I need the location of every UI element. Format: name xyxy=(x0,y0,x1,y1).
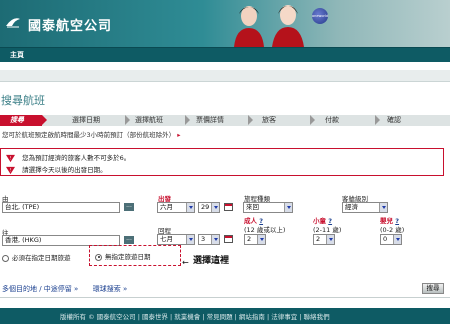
extra-links: 多個目的地 / 中途停留 » 環球搜索 » xyxy=(2,284,127,294)
cabin-class-value: 經濟 xyxy=(345,203,358,211)
page-title: 搜尋航班 xyxy=(1,94,45,107)
reset-link[interactable]: 環球搜索 » xyxy=(93,285,128,293)
chevron-down-icon xyxy=(326,235,334,244)
child-count-value: 2 xyxy=(316,235,321,243)
chevron-down-icon xyxy=(186,203,194,212)
any-dates-label: 無指定旅遊日期 xyxy=(105,253,151,261)
infant-age-note: (0-2 歲) xyxy=(380,226,405,234)
step-separator-icon xyxy=(310,115,315,125)
nav-spacer xyxy=(0,62,450,70)
step-select-flights: 選擇航班 xyxy=(135,116,163,124)
from-lookup-button[interactable]: ... xyxy=(124,203,134,211)
chevron-down-icon xyxy=(257,235,265,244)
return-month-value: 七月 xyxy=(160,235,173,243)
svg-text:!: ! xyxy=(10,167,12,173)
step-confirm: 確認 xyxy=(387,116,401,124)
return-month-select[interactable]: 七月 xyxy=(157,234,195,245)
to-lookup-button[interactable]: ... xyxy=(124,236,134,244)
booking-notice: 您可於航班預定啟航時間最少3小時前預訂（部份航班除外） ▸ xyxy=(2,129,180,139)
from-input[interactable]: 台北, (TPE) xyxy=(2,202,120,213)
chevron-down-icon xyxy=(186,235,194,244)
infant-count-value: 0 xyxy=(383,235,388,243)
infant-count-select[interactable]: 0 xyxy=(380,234,402,245)
trip-type-select[interactable]: 來回 xyxy=(243,202,293,213)
chevron-down-icon xyxy=(211,203,219,212)
svg-text:!: ! xyxy=(10,155,12,161)
chevron-down-icon xyxy=(284,203,292,212)
adult-count-value: 2 xyxy=(247,235,252,243)
notice-arrow-icon: ▸ xyxy=(177,131,181,139)
return-day-select[interactable]: 3 xyxy=(198,234,220,245)
warning-icon: ! xyxy=(6,154,15,162)
main-nav-bar xyxy=(0,47,450,62)
depart-day-select[interactable]: 29 xyxy=(198,202,220,213)
multi-city-link[interactable]: 多個目的地 / 中途停留 » xyxy=(2,285,78,293)
depart-month-value: 六月 xyxy=(160,203,173,211)
flight-attendant-image xyxy=(234,6,264,47)
footer-links[interactable]: 版權所有 © 國泰航空公司 | 國泰世界 | 就業機會 | 常見問題 | 網站指… xyxy=(60,311,330,321)
annotation-label: 選擇這裡 xyxy=(193,256,230,266)
calendar-icon[interactable] xyxy=(224,203,233,211)
chevron-down-icon xyxy=(379,203,387,212)
depart-day-value: 29 xyxy=(201,203,210,211)
booking-steps-bar xyxy=(0,115,450,126)
adult-age-note: (12 歲或以上) xyxy=(244,226,286,234)
depart-month-select[interactable]: 六月 xyxy=(157,202,195,213)
fixed-dates-label: 必須在指定日期旅遊 xyxy=(12,254,71,262)
step-separator-icon xyxy=(125,115,130,125)
brand-name[interactable]: 國泰航空公司 xyxy=(28,15,112,34)
cathay-logo-icon[interactable] xyxy=(4,14,22,32)
step-separator-icon xyxy=(248,115,253,125)
warning-icon: ! xyxy=(6,166,15,174)
nav-home-link[interactable]: 主頁 xyxy=(10,50,24,60)
error-text: 您為預訂經濟的旅客人數不可多於6。 xyxy=(22,154,131,162)
step-search: 搜尋 xyxy=(0,115,42,126)
error-text: 請選擇今天以後的出發日期。 xyxy=(22,166,107,174)
cabin-class-select[interactable]: 經濟 xyxy=(342,202,388,213)
any-dates-option[interactable]: 無指定旅遊日期 xyxy=(95,251,151,261)
divider xyxy=(0,297,450,298)
return-day-value: 3 xyxy=(201,235,206,243)
step-select-dates: 選擇日期 xyxy=(72,116,100,124)
chevron-down-icon xyxy=(393,235,401,244)
flight-attendant-image xyxy=(272,5,304,47)
child-age-note: (2-11 歲) xyxy=(313,226,342,234)
error-row: ! 您為預訂經濟的旅客人數不可多於6。 xyxy=(6,152,130,163)
booking-notice-text: 您可於航班預定啟航時間最少3小時前預訂（部份航班除外） xyxy=(2,131,176,139)
annotation-arrow-icon: ← xyxy=(182,258,189,267)
step-payment: 付款 xyxy=(325,116,339,124)
step-separator-icon xyxy=(42,115,47,125)
step-separator-icon xyxy=(185,115,190,125)
any-dates-radio[interactable] xyxy=(95,253,102,261)
oneworld-logo-icon[interactable]: oneworld xyxy=(312,8,328,24)
calendar-icon[interactable] xyxy=(224,235,233,243)
fixed-dates-option[interactable]: 必須在指定日期旅遊 xyxy=(2,252,71,262)
fixed-dates-radio[interactable] xyxy=(2,254,9,262)
adult-count-select[interactable]: 2 xyxy=(244,234,266,245)
error-message-box: ! 您為預訂經濟的旅客人數不可多於6。 ! 請選擇今天以後的出發日期。 xyxy=(0,148,444,176)
trip-type-value: 來回 xyxy=(246,203,259,211)
search-button[interactable]: 搜尋 xyxy=(422,283,444,294)
error-row: ! 請選擇今天以後的出發日期。 xyxy=(6,164,107,175)
chevron-down-icon xyxy=(211,235,219,244)
step-separator-icon xyxy=(375,115,380,125)
step-passengers: 旅客 xyxy=(262,116,276,124)
child-count-select[interactable]: 2 xyxy=(313,234,335,245)
step-fare-details: 票價詳情 xyxy=(196,116,224,124)
sub-nav-strip xyxy=(0,70,450,82)
